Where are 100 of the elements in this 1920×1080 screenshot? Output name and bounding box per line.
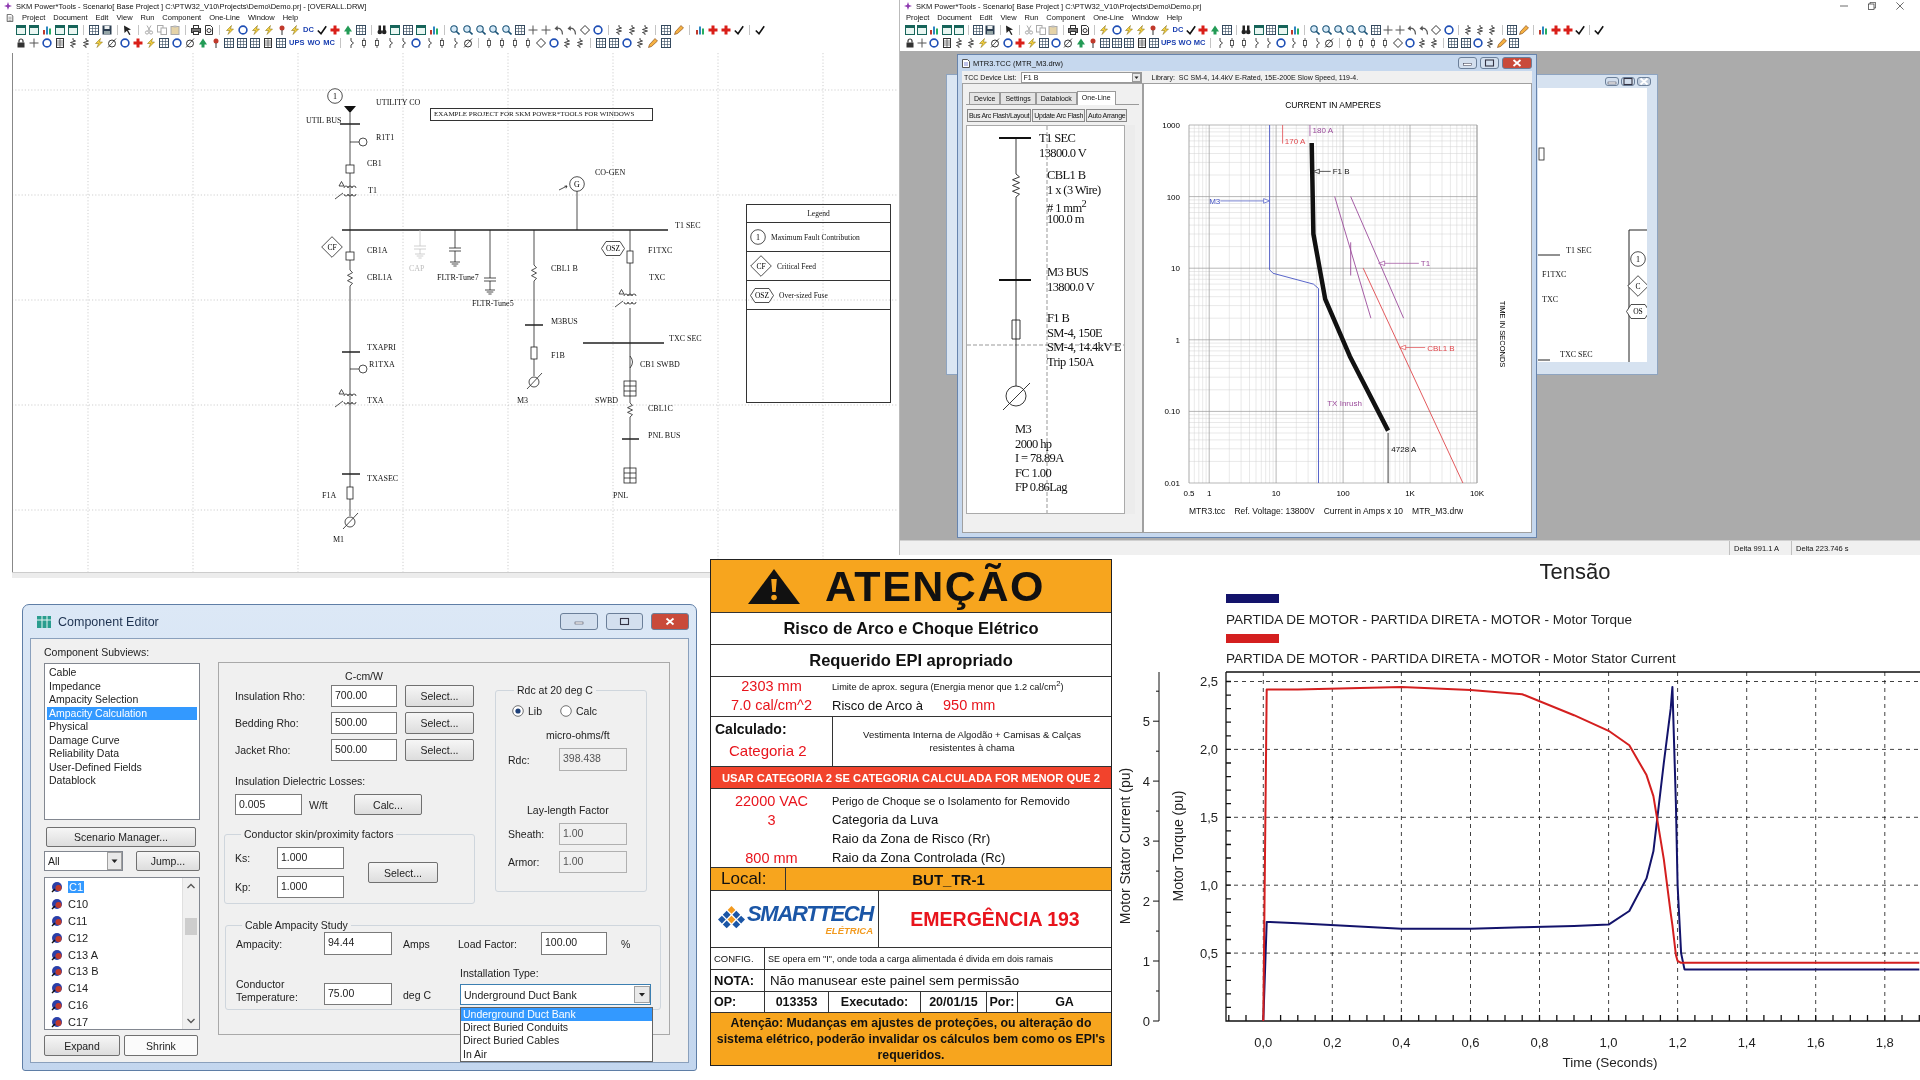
grid-icon[interactable] — [660, 24, 671, 35]
page-icon[interactable] — [204, 24, 214, 35]
plus-icon[interactable] — [329, 24, 340, 35]
zigzag-icon[interactable] — [1487, 24, 1498, 35]
binoculars-icon[interactable] — [376, 24, 387, 35]
grid-icon[interactable] — [973, 24, 984, 35]
maximize-icon[interactable] — [1480, 57, 1499, 69]
ring-icon[interactable] — [42, 37, 52, 48]
ring-icon[interactable] — [1051, 37, 1062, 48]
floppy-icon[interactable] — [102, 24, 112, 35]
slashed-circle-icon[interactable] — [107, 37, 117, 48]
jump-button[interactable]: Jump... — [136, 851, 200, 871]
expand-button[interactable]: Expand — [44, 1035, 120, 1056]
filter-dropdown[interactable]: All — [44, 851, 123, 871]
cursor-icon[interactable] — [1004, 24, 1015, 35]
grid-icon[interactable] — [89, 24, 99, 35]
fuse-icon[interactable] — [523, 37, 533, 48]
grid-icon[interactable] — [661, 37, 671, 48]
maximize-icon[interactable] — [606, 613, 643, 630]
panel-icon[interactable] — [1136, 37, 1147, 48]
caret-icon[interactable] — [1131, 72, 1141, 82]
curved-arrow-icon[interactable] — [1419, 24, 1430, 35]
zigzag-icon[interactable] — [1475, 24, 1486, 35]
bar-chart-icon[interactable] — [42, 24, 52, 35]
zigzag-icon[interactable] — [1485, 37, 1495, 48]
fuse-icon[interactable] — [510, 37, 520, 48]
grid-icon[interactable] — [159, 37, 169, 48]
window-icon[interactable] — [29, 24, 39, 35]
ring-icon[interactable] — [172, 37, 182, 48]
radio-button[interactable] — [512, 704, 524, 717]
crosshair-icon[interactable] — [29, 37, 39, 48]
bar-chart-icon[interactable] — [428, 24, 439, 35]
scroll-down-icon[interactable] — [186, 1016, 196, 1026]
plus-icon[interactable] — [720, 24, 731, 35]
window-icon[interactable] — [68, 24, 78, 35]
slashed-circle-icon[interactable] — [1324, 37, 1335, 48]
list-item[interactable]: Ampacity Selection — [47, 693, 197, 707]
zigzag-icon[interactable] — [953, 37, 964, 48]
zigzag-icon[interactable] — [1463, 24, 1474, 35]
binoculars-icon[interactable] — [1241, 24, 1252, 35]
list-item[interactable]: C10 — [45, 895, 182, 913]
curved-arrow-icon[interactable] — [1407, 24, 1418, 35]
input-field[interactable]: 100.00 — [541, 932, 607, 955]
crosshair-icon[interactable] — [1382, 24, 1393, 35]
dropdown-option[interactable]: Direct Buried Cables — [461, 1034, 652, 1048]
grid-icon[interactable] — [514, 24, 525, 35]
list-item[interactable]: Physical — [47, 720, 197, 734]
zigzag-icon[interactable] — [81, 37, 91, 48]
maximize-icon[interactable] — [1621, 77, 1635, 86]
magnifier-icon[interactable] — [1333, 24, 1344, 35]
calc-button[interactable]: Calc... — [354, 794, 422, 815]
check-icon[interactable] — [1574, 24, 1585, 35]
window-icon[interactable] — [415, 24, 426, 35]
check-icon[interactable] — [1594, 24, 1605, 35]
window-icon[interactable] — [917, 24, 928, 35]
ring-icon[interactable] — [929, 37, 940, 48]
caret-icon[interactable] — [634, 986, 650, 1003]
grid-icon[interactable] — [224, 37, 234, 48]
input-field[interactable]: 500.00 — [331, 739, 397, 761]
slashed-circle-icon[interactable] — [990, 37, 1001, 48]
list-item[interactable]: User-Defined Fields — [47, 760, 197, 774]
magnifier-icon[interactable] — [488, 24, 499, 35]
list-item[interactable]: C17 — [45, 1013, 182, 1031]
fuse-icon[interactable] — [484, 37, 494, 48]
zigzag-icon[interactable] — [1416, 37, 1427, 48]
bar-chart-icon[interactable] — [929, 24, 940, 35]
fuse-icon[interactable] — [437, 37, 447, 48]
window-icon[interactable] — [1253, 24, 1264, 35]
cursor-icon[interactable] — [123, 24, 133, 35]
crosshair-icon[interactable] — [917, 37, 928, 48]
page-icon[interactable] — [1080, 24, 1090, 35]
panel-icon[interactable] — [941, 37, 952, 48]
ring-icon[interactable] — [238, 24, 248, 35]
close-icon[interactable] — [1502, 57, 1532, 69]
dropdown-option[interactable]: In Air — [461, 1047, 652, 1061]
zigzag-icon[interactable] — [965, 37, 976, 48]
ring-icon[interactable] — [411, 37, 421, 48]
fuse-icon[interactable] — [359, 37, 369, 48]
bar-chart-icon[interactable] — [1290, 24, 1301, 35]
grid-icon[interactable] — [1506, 24, 1517, 35]
check-icon[interactable] — [754, 24, 765, 35]
zigzag-icon[interactable] — [68, 37, 78, 48]
list-item[interactable]: C14 — [45, 979, 182, 997]
grid-icon[interactable] — [1448, 37, 1459, 48]
minimize-icon[interactable] — [1458, 57, 1477, 69]
list-item[interactable]: Impedance — [47, 679, 197, 693]
zigzag-icon[interactable] — [639, 24, 650, 35]
up-arrow-icon[interactable] — [1075, 37, 1086, 48]
magnifier-icon[interactable] — [1346, 24, 1357, 35]
fuse-icon[interactable] — [497, 37, 507, 48]
grid-icon[interactable] — [355, 24, 366, 35]
grid-icon[interactable] — [1370, 24, 1381, 35]
up-arrow-icon[interactable] — [1209, 24, 1220, 35]
window-icon[interactable] — [55, 24, 65, 35]
grid-icon[interactable] — [596, 37, 606, 48]
shrink-button[interactable]: Shrink — [124, 1035, 198, 1056]
close-icon[interactable] — [1637, 77, 1651, 86]
zigzag-icon[interactable] — [626, 24, 637, 35]
magnifier-icon[interactable] — [1309, 24, 1320, 35]
ring-icon[interactable] — [549, 37, 559, 48]
